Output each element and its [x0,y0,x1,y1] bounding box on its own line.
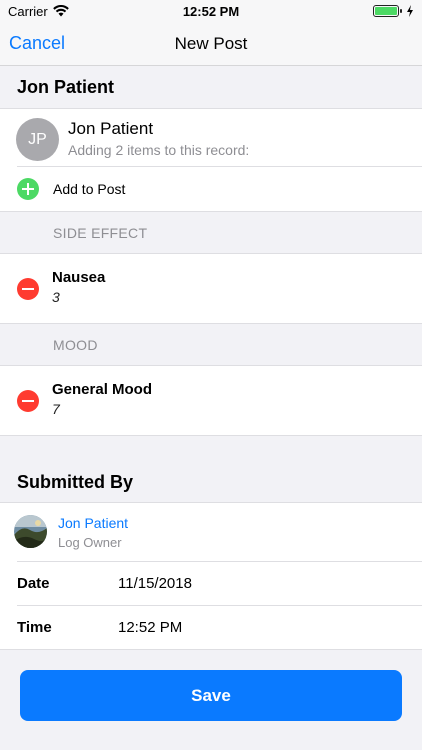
group-label: SIDE EFFECT [53,224,148,241]
status-left: Carrier [8,4,69,19]
avatar: JP [16,118,59,161]
date-value[interactable]: 11/15/2018 [118,575,192,592]
date-row[interactable]: Date 11/15/2018 [0,562,422,606]
submitted-section-title: Submitted By [17,471,134,492]
wifi-icon [52,5,69,17]
group-label: MOOD [53,336,98,353]
add-icon-vbar [27,183,29,195]
add-icon[interactable] [17,178,39,200]
status-bar: Carrier 12:52 PM [0,0,422,22]
add-to-post-label: Add to Post [53,181,126,197]
list-item: General Mood 7 [0,365,422,436]
submitted-section-header: Submitted By [0,462,422,502]
date-label: Date [17,575,50,592]
record-section-header: Jon Patient [0,66,422,108]
submitter-name-link[interactable]: Jon Patient [58,515,128,531]
carrier-label: Carrier [8,3,48,19]
remove-icon-bar [22,400,34,402]
time-row[interactable]: Time 12:52 PM [0,606,422,650]
charging-bolt-icon [407,5,413,17]
save-button[interactable]: Save [20,670,402,721]
item-value: 7 [52,401,60,417]
group-header-side-effect: SIDE EFFECT [0,212,422,253]
group-header-mood: MOOD [0,324,422,365]
list-item: Nausea 3 [0,253,422,324]
add-to-post-row[interactable]: Add to Post [0,167,422,212]
status-right [373,5,414,17]
record-name: Jon Patient [68,119,154,138]
navigation-bar: Cancel New Post [0,22,422,66]
record-row: JP Jon Patient Adding 2 items to this re… [0,108,422,167]
time-label: Time [17,619,52,636]
submitter-avatar [14,515,47,548]
battery-level [375,7,397,15]
battery-icon [373,5,402,17]
item-value: 3 [52,289,60,305]
remove-icon[interactable] [17,278,39,300]
submitter-role: Log Owner [58,535,122,550]
avatar-initials: JP [28,130,47,148]
page-title: New Post [174,33,248,53]
record-section-title: Jon Patient [17,76,115,97]
item-name: General Mood [52,381,153,398]
cancel-button[interactable]: Cancel [9,33,65,54]
landscape-photo-icon [14,515,47,548]
submitter-row [0,502,422,562]
remove-icon[interactable] [17,390,39,412]
time-value[interactable]: 12:52 PM [118,619,182,636]
record-subtitle: Adding 2 items to this record: [68,142,250,158]
remove-icon-bar [22,288,34,290]
item-name: Nausea [52,269,106,286]
